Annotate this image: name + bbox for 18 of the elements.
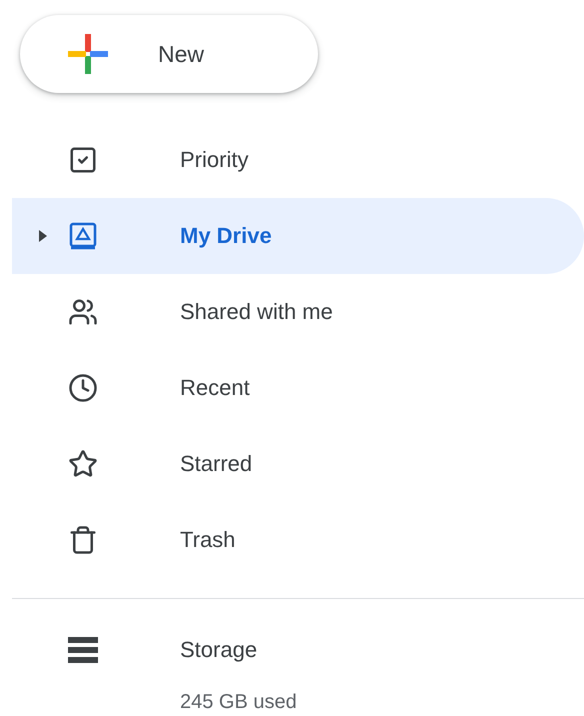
nav-item[interactable]: Recent — [12, 350, 584, 426]
storage-label[interactable]: Storage — [180, 637, 297, 663]
nav-item[interactable]: Shared with me — [12, 274, 584, 350]
plus-icon — [68, 34, 108, 74]
nav-item[interactable]: Trash — [12, 502, 584, 578]
star-icon — [68, 449, 98, 479]
clock-icon — [68, 373, 98, 403]
storage-icon — [68, 637, 98, 663]
trash-icon — [68, 525, 98, 555]
caret-icon[interactable] — [39, 230, 47, 242]
checkbox-icon — [68, 145, 98, 175]
people-icon — [68, 297, 98, 327]
nav-item[interactable]: Starred — [12, 426, 584, 502]
nav-item[interactable]: Priority — [12, 122, 584, 198]
new-button[interactable]: New — [20, 15, 318, 93]
drive-icon — [68, 221, 98, 251]
nav-item[interactable]: My Drive — [12, 198, 584, 274]
storage-usage: 245 GB used — [180, 691, 297, 714]
